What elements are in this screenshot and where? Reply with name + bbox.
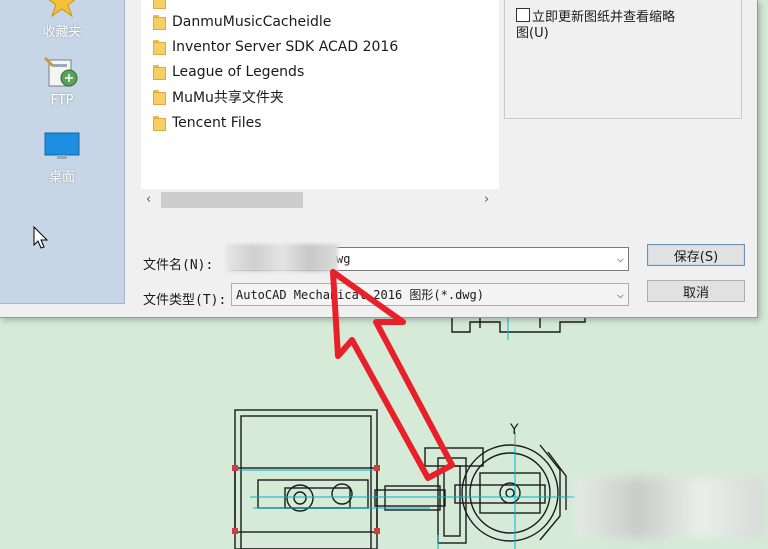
list-item[interactable]: Tencent Files — [153, 112, 262, 134]
scrollbar-thumb[interactable] — [161, 192, 303, 208]
update-thumbnail-checkbox[interactable] — [516, 8, 530, 22]
file-name: Inventor Server SDK ACAD 2016 — [172, 39, 399, 55]
save-drawing-dialog: 收藏夹 FTP 桌面 DanmuMusicCacheidle Inventor … — [0, 0, 758, 318]
file-list[interactable]: DanmuMusicCacheidle Inventor Server SDK … — [141, 0, 499, 189]
scroll-right-icon[interactable]: › — [484, 192, 489, 207]
horizontal-scrollbar[interactable]: ‹ › — [141, 189, 499, 211]
folder-icon — [153, 39, 166, 55]
list-item[interactable]: DanmuMusicCacheidle — [153, 11, 331, 33]
sidebar-item-ftp[interactable]: FTP — [0, 56, 124, 108]
filename-label: 文件名(N): — [143, 258, 214, 273]
file-name: MuMu共享文件夹 — [172, 90, 284, 106]
folder-icon — [153, 115, 166, 131]
folder-icon — [153, 0, 166, 9]
ftp-icon — [43, 56, 78, 87]
folder-icon — [153, 14, 166, 30]
filetype-select[interactable]: AutoCAD Mechanical 2016 图形(*.dwg) ⌵ — [231, 283, 629, 306]
chevron-down-icon[interactable]: ⌵ — [617, 251, 624, 265]
list-item[interactable]: MuMu共享文件夹 — [153, 86, 284, 108]
cancel-button[interactable]: 取消 — [647, 280, 745, 302]
save-button[interactable]: 保存(S) — [647, 244, 745, 266]
sidebar-item-desktop[interactable]: 桌面 — [0, 131, 124, 185]
file-name: Tencent Files — [172, 115, 262, 131]
update-thumbnail-option[interactable]: 立即更新图纸并查看缩略图(U) — [516, 8, 676, 42]
filetype-label: 文件类型(T): — [143, 293, 227, 308]
redacted-watermark-area — [575, 478, 765, 538]
list-item[interactable]: League of Legends — [153, 61, 304, 83]
folder-icon — [153, 89, 166, 105]
sidebar-item-label: 桌面 — [48, 170, 75, 185]
cad-axis-label-y: Y — [509, 422, 519, 438]
redacted-filename — [226, 244, 338, 272]
list-item[interactable]: Inventor Server SDK ACAD 2016 — [153, 36, 398, 58]
mouse-cursor-icon — [33, 226, 49, 249]
sidebar-item-label: FTP — [50, 93, 74, 108]
filetype-value: AutoCAD Mechanical 2016 图形(*.dwg) — [236, 288, 484, 302]
chevron-down-icon[interactable]: ⌵ — [617, 287, 624, 301]
file-name: League of Legends — [172, 64, 305, 80]
places-sidebar: 收藏夹 FTP 桌面 — [0, 0, 125, 304]
preview-pane: 立即更新图纸并查看缩略图(U) — [504, 0, 742, 119]
file-name: DanmuMusicCacheidle — [172, 14, 332, 30]
update-thumbnail-label: 立即更新图纸并查看缩略图(U) — [516, 10, 676, 41]
filename-value: wg — [336, 252, 351, 266]
folder-icon — [153, 64, 166, 80]
desktop-icon — [44, 132, 80, 159]
sidebar-item-favorites[interactable]: 收藏夹 — [0, 0, 124, 40]
star-icon — [48, 0, 76, 18]
sidebar-item-label: 收藏夹 — [42, 25, 82, 40]
scroll-left-icon[interactable]: ‹ — [146, 192, 151, 207]
